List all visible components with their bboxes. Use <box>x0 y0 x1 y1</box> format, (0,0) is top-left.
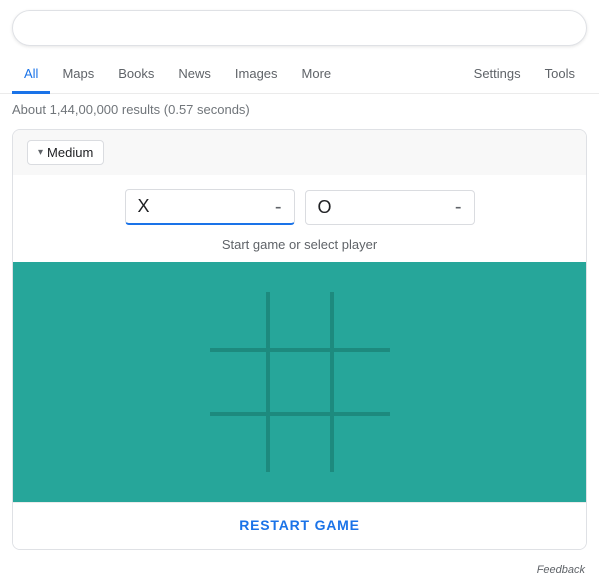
player-x-button[interactable]: X - <box>125 189 295 225</box>
grid-line-v1 <box>266 292 270 472</box>
search-input[interactable]: tic tac toe <box>27 19 560 37</box>
grid-line-h2 <box>210 412 390 416</box>
player-o-minus: - <box>455 197 462 217</box>
tab-images[interactable]: Images <box>223 56 290 94</box>
tab-all[interactable]: All <box>12 56 50 94</box>
tab-settings[interactable]: Settings <box>462 56 533 94</box>
player-x-symbol: X <box>138 196 150 217</box>
results-count: About 1,44,00,000 results (0.57 seconds) <box>0 94 599 125</box>
tab-news[interactable]: News <box>166 56 223 94</box>
difficulty-label: Medium <box>47 145 93 160</box>
grid-line-h1 <box>210 348 390 352</box>
difficulty-arrow: ▾ <box>38 147 43 158</box>
grid-line-v2 <box>330 292 334 472</box>
difficulty-button[interactable]: ▾ Medium <box>27 140 104 165</box>
game-board-area[interactable] <box>13 262 586 502</box>
player-selection: X - O - <box>13 175 586 231</box>
player-x-minus: - <box>275 197 282 217</box>
search-bar: tic tac toe <box>12 10 587 46</box>
nav-tabs: All Maps Books News Images More Settings… <box>0 56 599 94</box>
ttt-grid[interactable] <box>200 282 400 482</box>
start-game-text: Start game or select player <box>13 231 586 262</box>
player-o-symbol: O <box>318 197 332 218</box>
tab-tools[interactable]: Tools <box>533 56 587 94</box>
player-o-button[interactable]: O - <box>305 190 475 225</box>
tab-books[interactable]: Books <box>106 56 166 94</box>
tab-maps[interactable]: Maps <box>50 56 106 94</box>
feedback-text[interactable]: Feedback <box>0 560 599 580</box>
tab-more[interactable]: More <box>290 56 344 94</box>
game-card: ▾ Medium X - O - Start game or select pl… <box>12 129 587 550</box>
restart-button[interactable]: RESTART GAME <box>239 517 360 533</box>
difficulty-bar: ▾ Medium <box>13 130 586 175</box>
